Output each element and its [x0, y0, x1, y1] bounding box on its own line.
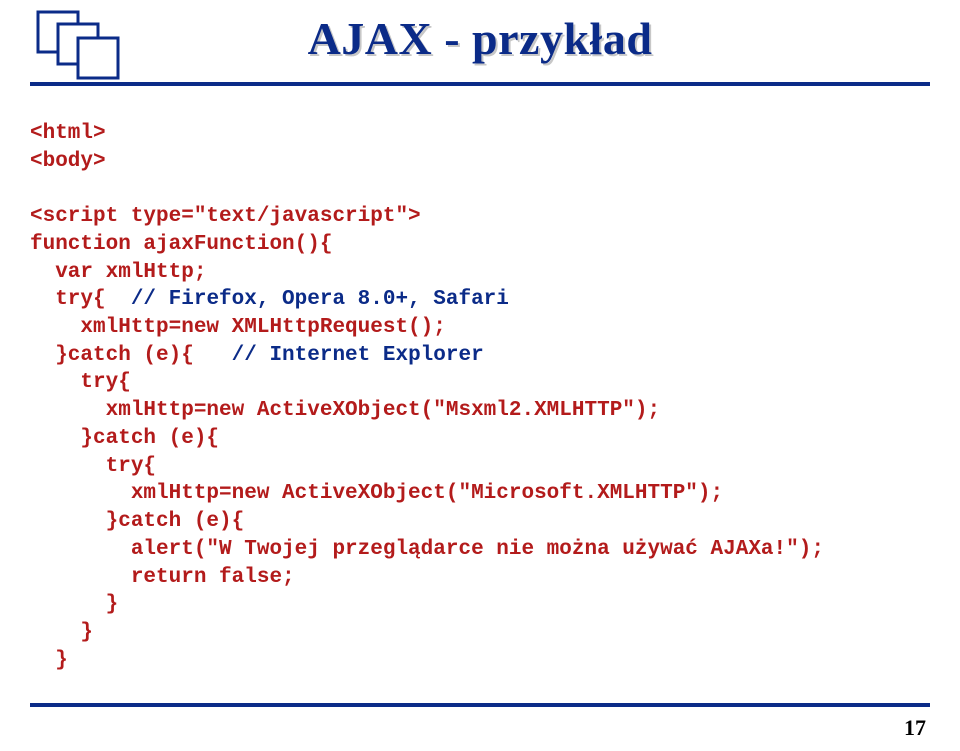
code-line: }catch (e){ [30, 425, 930, 453]
code-line: alert("W Twojej przeglądarce nie można u… [30, 536, 930, 564]
code-line: <body> [30, 148, 930, 176]
code-line: try{ [30, 369, 930, 397]
code-line: }catch (e){ // Internet Explorer [30, 342, 930, 370]
code-line: } [30, 619, 930, 647]
code-line: var xmlHttp; [30, 259, 930, 287]
header-divider [30, 82, 930, 86]
code-line: function ajaxFunction(){ [30, 231, 930, 259]
code-line: xmlHttp=new ActiveXObject("Microsoft.XML… [30, 480, 930, 508]
code-line: try{ // Firefox, Opera 8.0+, Safari [30, 286, 930, 314]
code-line: <html> [30, 120, 930, 148]
code-line [30, 175, 930, 203]
footer-divider [30, 703, 930, 707]
code-line: try{ [30, 453, 930, 481]
code-line: xmlHttp=new XMLHttpRequest(); [30, 314, 930, 342]
code-line: } [30, 591, 930, 619]
code-line: } [30, 647, 930, 675]
code-line: }catch (e){ [30, 508, 930, 536]
code-line: return false; [30, 564, 930, 592]
page-number: 17 [904, 715, 926, 741]
slide-header: AJAX - przykład [30, 10, 930, 94]
code-line: xmlHttp=new ActiveXObject("Msxml2.XMLHTT… [30, 397, 930, 425]
slide: AJAX - przykład <html><body> <script typ… [0, 0, 960, 751]
slide-title: AJAX - przykład [30, 12, 930, 65]
code-line: <script type="text/javascript"> [30, 203, 930, 231]
code-block: <html><body> <script type="text/javascri… [30, 120, 930, 674]
